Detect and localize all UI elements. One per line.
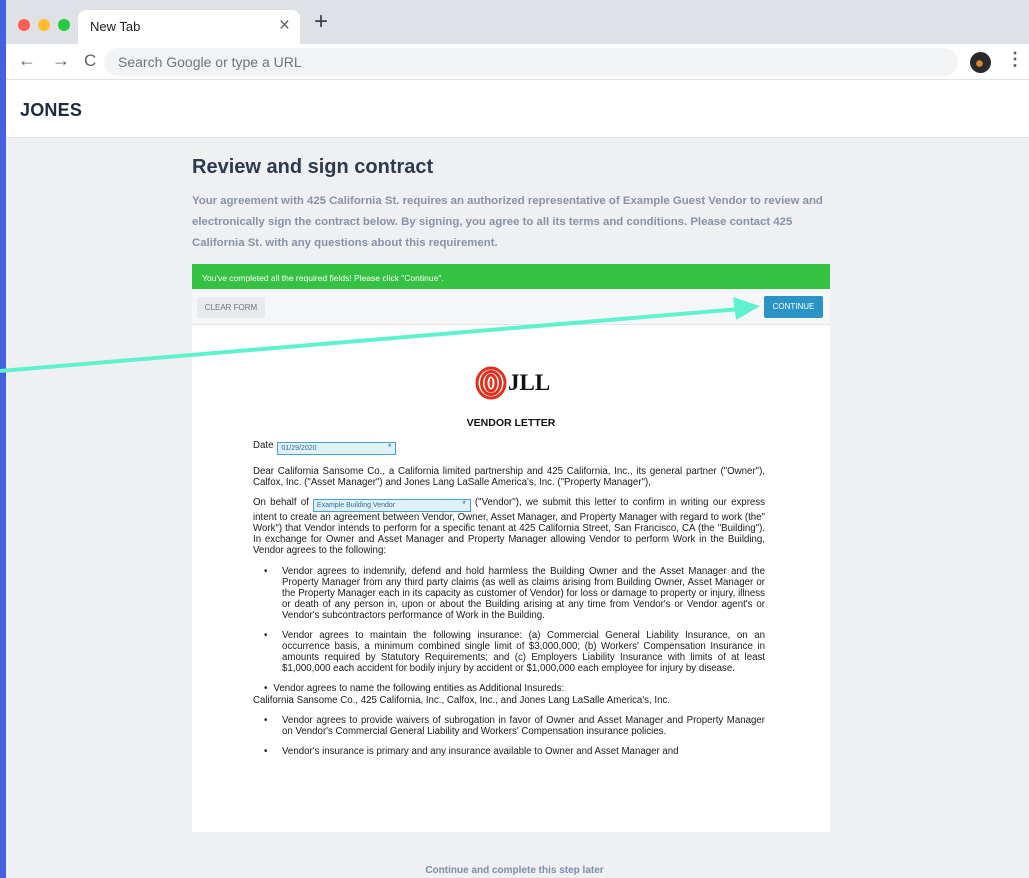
brand-logo[interactable]: JONES <box>20 100 82 121</box>
date-value: 01/29/2020 <box>281 445 317 452</box>
bullet-text: Vendor agrees to indemnify, defend and h… <box>282 565 765 621</box>
bullet-text: Vendor's insurance is primary and any in… <box>282 745 679 757</box>
jll-logo: JLL <box>474 366 564 406</box>
tab-title: New Tab <box>90 19 141 34</box>
browser-toolbar: ← → C Search Google or type a URL ⋮ <box>6 44 1029 80</box>
bullet-dot: • <box>264 714 268 726</box>
browser-menu-icon[interactable]: ⋮ <box>1006 49 1024 70</box>
jll-logo-mark-icon <box>475 366 507 400</box>
required-marker: * <box>387 442 392 452</box>
salutation-paragraph: Dear California Sansome Co., a Californi… <box>253 466 765 489</box>
bullet-item: • Vendor agrees to maintain the following… <box>253 630 765 674</box>
success-banner: You've completed all the required fields… <box>192 264 830 289</box>
bullet-text: Vendor agrees to provide waivers of subr… <box>282 714 765 737</box>
close-tab-icon[interactable]: × <box>279 15 290 37</box>
tab-strip: New Tab × + <box>6 0 1029 44</box>
page-description: Your agreement with 425 California St. r… <box>192 195 823 249</box>
insured-list: California Sansome Co., 425 California, … <box>253 694 671 706</box>
date-row: Date 01/29/2020 * <box>253 440 765 455</box>
minimize-window-icon[interactable] <box>38 19 50 31</box>
forward-icon[interactable]: → <box>52 50 70 71</box>
address-bar[interactable]: Search Google or type a URL <box>104 48 958 76</box>
tab-new-tab[interactable]: New Tab × <box>78 10 300 44</box>
form-action-bar: CLEAR FORM CONTINUE <box>192 289 830 325</box>
insured-bullet: • Vendor agrees to name the following ent… <box>253 683 765 705</box>
behalf-paragraph: On behalf of Example Building Vendor * ("Ve… <box>253 497 765 556</box>
reload-icon[interactable]: C <box>84 51 96 71</box>
address-placeholder: Search Google or type a URL <box>118 54 302 70</box>
document-title: VENDOR LETTER <box>466 417 556 429</box>
jll-logo-text: JLL <box>508 370 551 395</box>
clear-form-button[interactable]: CLEAR FORM <box>197 297 265 318</box>
vendor-name-value: Example Building Vendor <box>316 502 396 510</box>
date-label: Date <box>253 440 274 451</box>
required-marker: * <box>462 499 466 510</box>
document-body: Date 01/29/2020 * Dear California Sansome … <box>253 440 765 766</box>
bullet-dot: • <box>264 630 268 642</box>
bullet-dot: • <box>264 565 268 577</box>
bullet-text: Vendor agrees to maintain the following … <box>282 630 765 675</box>
maximize-window-icon[interactable] <box>58 19 70 31</box>
continue-later-link[interactable]: Continue and complete this step later <box>0 865 1029 876</box>
app-header: JONES <box>6 80 1029 138</box>
new-tab-button[interactable]: + <box>314 8 328 36</box>
vendor-name-field[interactable]: Example Building Vendor * <box>312 499 471 513</box>
bullet-item: • Vendor agrees to indemnify, defend and … <box>253 566 765 621</box>
bullet-item: • Vendor's insurance is primary and any i… <box>253 746 765 757</box>
back-icon[interactable]: ← <box>18 50 36 71</box>
bullet-item: • Vendor agrees to provide waivers of sub… <box>253 715 765 737</box>
bullet-dot: • <box>264 745 268 757</box>
continue-button[interactable]: CONTINUE <box>764 296 823 318</box>
page-title: Review and sign contract <box>192 156 434 178</box>
behalf-prefix: On behalf of <box>253 497 309 509</box>
profile-avatar[interactable] <box>970 52 991 73</box>
main-content: Review and sign contract Your agreement … <box>192 156 832 254</box>
date-field[interactable]: 01/29/2020 * <box>277 442 397 455</box>
close-window-icon[interactable] <box>18 19 30 31</box>
insured-bullet-text: Vendor agrees to name the following enti… <box>273 683 565 695</box>
contract-document[interactable]: JLL VENDOR LETTER Date 01/29/2020 * Dear C… <box>192 325 830 832</box>
bullet-dot: • <box>264 683 268 695</box>
